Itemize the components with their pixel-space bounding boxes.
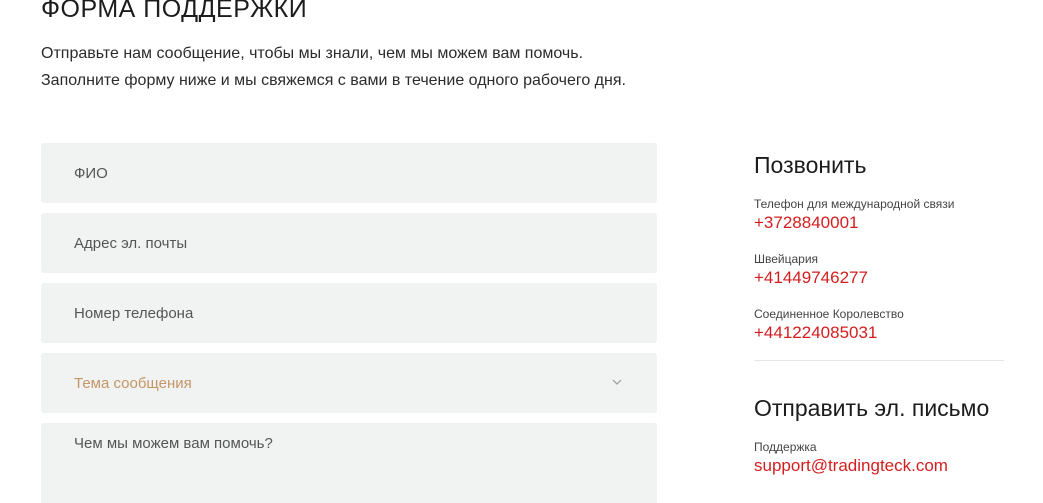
chevron-down-icon [612,379,622,385]
intro-line-2: Заполните форму ниже и мы свяжемся с вам… [41,72,626,89]
phone-label: Телефон для международной связи [754,197,955,211]
phone-field-wrapper [41,283,657,343]
contacts-panel: Позвонить Телефон для международной связ… [754,150,1004,477]
email-support: Поддержка support@tradingteck.com [754,440,1004,477]
intro-text: Отправьте нам сообщение, чтобы мы знали,… [41,40,626,94]
message-textarea[interactable] [41,423,657,503]
phone-link[interactable]: +41449746277 [754,267,1004,289]
phone-international: Телефон для международной связи +3728840… [754,197,1004,234]
email-label: Поддержка [754,440,817,454]
phone-label: Швейцария [754,252,819,266]
name-input[interactable] [41,143,657,203]
subject-select-value: Тема сообщения [74,374,192,392]
email-field-wrapper [41,213,657,273]
support-form: Тема сообщения [41,143,657,503]
phone-label: Соединенное Королевство [754,307,904,321]
email-section: Отправить эл. письмо Поддержка support@t… [754,393,1004,477]
message-field-wrapper [41,423,657,503]
call-section: Позвонить Телефон для международной связ… [754,150,1004,361]
phone-link[interactable]: +441224085031 [754,322,1004,344]
page-title: ФОРМА ПОДДЕРЖКИ [41,0,308,23]
email-link[interactable]: support@tradingteck.com [754,455,1004,477]
contacts-divider [754,360,1004,361]
intro-line-1: Отправьте нам сообщение, чтобы мы знали,… [41,45,584,62]
email-heading: Отправить эл. письмо [754,395,990,421]
phone-switzerland: Швейцария +41449746277 [754,252,1004,289]
phone-uk: Соединенное Королевство +441224085031 [754,307,1004,344]
email-input[interactable] [41,213,657,273]
call-heading: Позвонить [754,152,867,178]
phone-link[interactable]: +3728840001 [754,212,1004,234]
subject-select[interactable]: Тема сообщения [41,353,657,413]
name-field-wrapper [41,143,657,203]
phone-input[interactable] [41,283,657,343]
